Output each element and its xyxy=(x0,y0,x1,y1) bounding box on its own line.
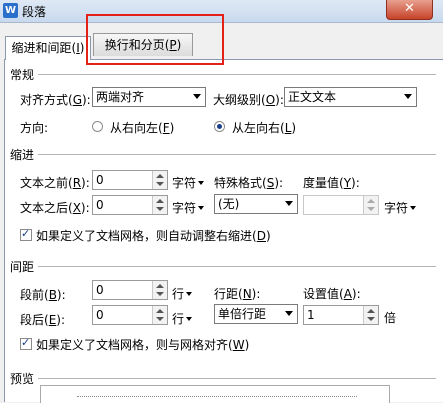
arrow-down-icon xyxy=(367,207,375,211)
spinner-buttons[interactable] xyxy=(363,306,378,324)
divider xyxy=(38,154,436,155)
chevron-down-icon xyxy=(186,292,193,296)
chevron-down-icon xyxy=(285,201,293,206)
direction-label: 方向: xyxy=(20,121,49,135)
chevron-down-icon xyxy=(410,206,417,210)
arrow-down-icon xyxy=(156,182,164,186)
spinner-buttons[interactable] xyxy=(152,196,167,214)
indent-after-label: 文本之后(X): xyxy=(20,201,90,215)
indent-grid-checkbox[interactable] xyxy=(20,227,32,241)
divider xyxy=(38,378,436,379)
space-after-input[interactable]: 0 xyxy=(92,305,168,325)
indent-after-unit[interactable]: 字符 xyxy=(172,199,205,216)
ltr-radio[interactable] xyxy=(214,121,225,132)
indent-before-unit[interactable]: 字符 xyxy=(172,174,205,191)
window-title: 段落 xyxy=(22,5,47,19)
section-indent: 缩进 xyxy=(10,148,35,162)
align-select[interactable]: 两端对齐 xyxy=(92,87,206,107)
space-after-label: 段后(E): xyxy=(20,313,66,327)
spacing-grid-label: 如果定义了文档网格，则与网格对齐(W) xyxy=(36,338,250,352)
chevron-down-icon xyxy=(193,94,201,99)
section-spacing: 间距 xyxy=(10,260,35,274)
arrow-up-icon xyxy=(156,284,164,288)
special-format-label: 特殊格式(S): xyxy=(214,176,284,190)
set-value-input[interactable]: 1 xyxy=(303,305,379,325)
outline-select[interactable]: 正文文本 xyxy=(284,87,417,107)
section-general: 常规 xyxy=(10,68,35,82)
arrow-up-icon xyxy=(367,309,375,313)
spinner-buttons[interactable] xyxy=(152,171,167,189)
divider xyxy=(38,266,436,267)
space-after-unit[interactable]: 行 xyxy=(172,310,193,327)
section-preview: 预览 xyxy=(10,372,35,386)
tab-indent-spacing[interactable]: 缩进和间距(I) xyxy=(5,36,91,60)
arrow-up-icon xyxy=(156,199,164,203)
preview-area xyxy=(40,385,390,403)
measure-label: 度量值(Y): xyxy=(303,176,360,190)
set-value-unit: 倍 xyxy=(384,311,397,325)
arrow-down-icon xyxy=(367,317,375,321)
app-icon: W xyxy=(3,3,18,18)
measure-input[interactable] xyxy=(303,195,379,215)
spinner-buttons[interactable] xyxy=(152,306,167,324)
space-before-input[interactable]: 0 xyxy=(92,280,168,300)
chevron-down-icon xyxy=(198,206,205,210)
chevron-down-icon xyxy=(285,311,293,316)
divider xyxy=(38,74,436,75)
arrow-up-icon xyxy=(156,309,164,313)
chevron-down-icon xyxy=(404,94,412,99)
measure-unit[interactable]: 字符 xyxy=(384,199,417,216)
line-spacing-label: 行距(N): xyxy=(214,287,261,301)
indent-before-input[interactable]: 0 xyxy=(92,170,168,190)
indent-before-label: 文本之前(R): xyxy=(20,176,90,190)
arrow-up-icon xyxy=(367,199,375,203)
arrow-down-icon xyxy=(156,317,164,321)
rtl-radio[interactable] xyxy=(92,121,103,132)
preview-text-line xyxy=(77,396,357,399)
close-button[interactable]: ✕ xyxy=(386,0,433,20)
space-before-unit[interactable]: 行 xyxy=(172,285,193,302)
arrow-down-icon xyxy=(156,207,164,211)
chevron-down-icon xyxy=(186,317,193,321)
arrow-up-icon xyxy=(156,174,164,178)
space-before-label: 段前(B): xyxy=(20,288,66,302)
outline-label: 大纲级别(O): xyxy=(213,93,284,107)
highlight-box xyxy=(86,14,224,65)
align-label: 对齐方式(G): xyxy=(20,93,91,107)
ltr-label: 从左向右(L) xyxy=(232,121,297,135)
special-format-select[interactable]: (无) xyxy=(214,194,298,214)
arrow-down-icon xyxy=(156,292,164,296)
rtl-label: 从右向左(F) xyxy=(110,121,175,135)
spinner-buttons[interactable] xyxy=(152,281,167,299)
spacing-grid-checkbox[interactable] xyxy=(20,336,32,350)
indent-grid-label: 如果定义了文档网格，则自动调整右缩进(D) xyxy=(36,229,271,243)
set-value-label: 设置值(A): xyxy=(303,287,361,301)
close-icon: ✕ xyxy=(404,1,415,16)
chevron-down-icon xyxy=(198,181,205,185)
indent-after-input[interactable]: 0 xyxy=(92,195,168,215)
spinner-buttons[interactable] xyxy=(363,196,378,214)
line-spacing-select[interactable]: 单倍行距 xyxy=(214,304,298,324)
